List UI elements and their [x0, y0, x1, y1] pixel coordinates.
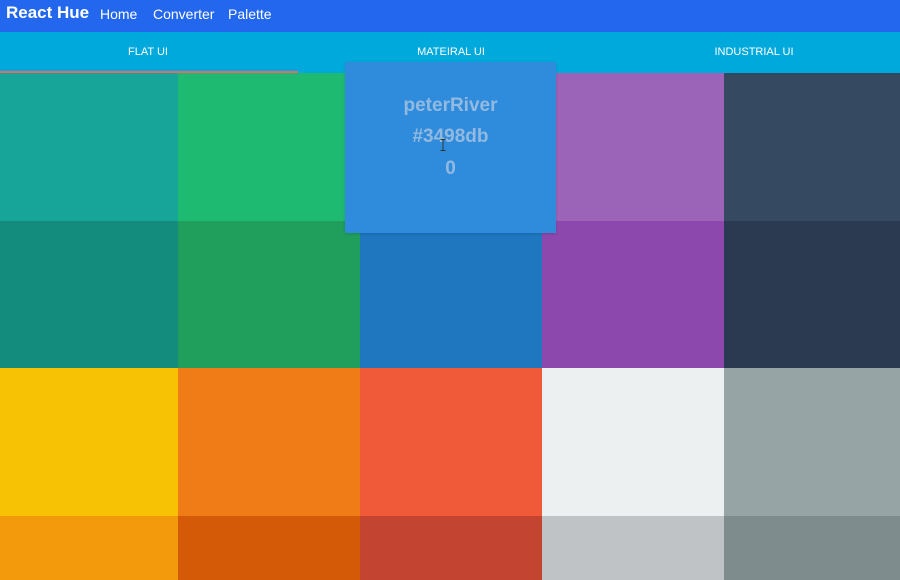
color-swatch[interactable] — [360, 221, 542, 368]
nav-link-converter[interactable]: Converter — [153, 6, 214, 22]
color-swatch[interactable] — [724, 516, 900, 580]
tab-material-ui[interactable]: MATEIRAL UI — [417, 46, 485, 58]
color-index: 0 — [445, 158, 456, 179]
color-swatch[interactable] — [0, 368, 178, 516]
color-swatch[interactable] — [360, 516, 542, 580]
text-cursor-icon — [440, 139, 446, 151]
color-detail-popup: peterRiver #3498db 0 — [345, 62, 556, 233]
navbar: React Hue Home Converter Palette — [0, 0, 900, 32]
color-swatch[interactable] — [0, 516, 178, 580]
color-swatch[interactable] — [724, 73, 900, 221]
color-swatch[interactable] — [542, 368, 724, 516]
color-swatch[interactable] — [178, 516, 360, 580]
color-swatch[interactable] — [724, 368, 900, 516]
nav-link-palette[interactable]: Palette — [228, 6, 272, 22]
color-name: peterRiver — [403, 95, 498, 116]
tab-flat-ui[interactable]: FLAT UI — [128, 46, 168, 58]
color-swatch[interactable] — [542, 73, 724, 221]
color-swatch[interactable] — [0, 221, 178, 368]
tab-industrial-ui[interactable]: INDUSTRIAL UI — [714, 46, 793, 58]
color-swatch[interactable] — [542, 516, 724, 580]
color-swatch[interactable] — [542, 221, 724, 368]
color-swatch[interactable] — [178, 73, 360, 221]
brand-link[interactable]: React Hue — [6, 3, 89, 23]
color-swatch[interactable] — [724, 221, 900, 368]
nav-link-home[interactable]: Home — [100, 6, 137, 22]
color-swatch[interactable] — [0, 73, 178, 221]
color-swatch[interactable] — [360, 368, 542, 516]
color-hex: #3498db — [412, 126, 489, 147]
color-swatch[interactable] — [178, 368, 360, 516]
color-swatch[interactable] — [178, 221, 360, 368]
